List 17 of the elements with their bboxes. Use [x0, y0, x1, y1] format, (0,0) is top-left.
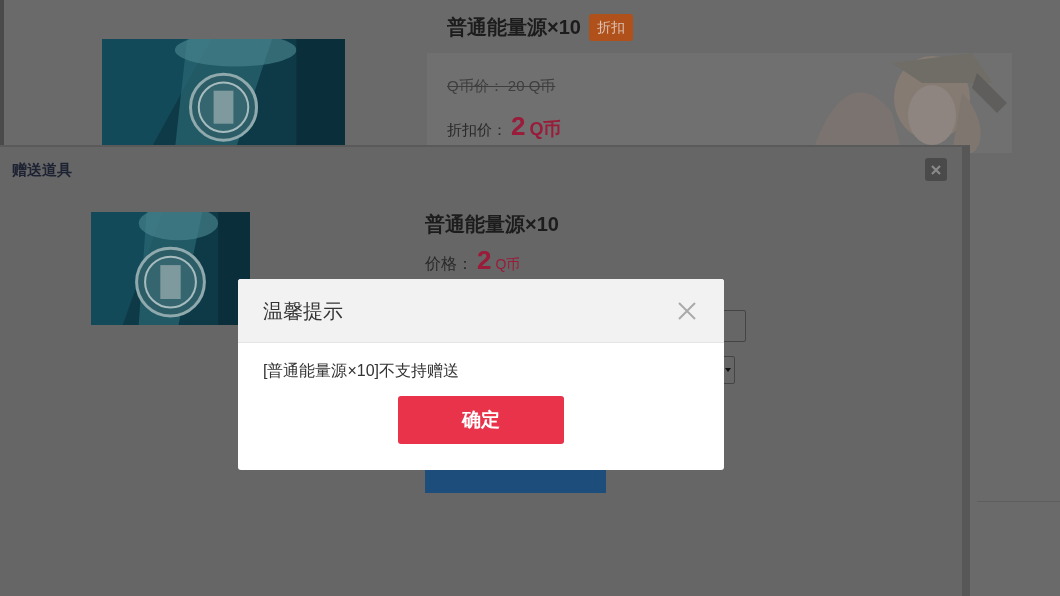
discount-badge: 折扣 [588, 13, 633, 41]
close-icon [931, 164, 941, 175]
ok-button[interactable]: 确定 [398, 396, 564, 444]
discount-price-label: 折扣价： [447, 120, 507, 140]
close-button[interactable] [925, 158, 947, 181]
alert-title: 温馨提示 [263, 298, 343, 324]
price: 2 [477, 247, 492, 273]
currency: Q币 [495, 257, 521, 271]
product-title: 普通能量源×10 [447, 15, 581, 40]
dialog-title: 赠送道具 [12, 160, 72, 180]
caret-icon [725, 368, 731, 372]
alert-message: [普通能量源×10]不支持赠送 [263, 361, 460, 381]
close-icon[interactable] [678, 301, 696, 320]
price-label: 价格： [425, 256, 473, 272]
discount-price: 2 [511, 110, 526, 143]
product-title: 普通能量源×10 [425, 212, 559, 237]
discount-currency: Q币 [529, 118, 562, 141]
